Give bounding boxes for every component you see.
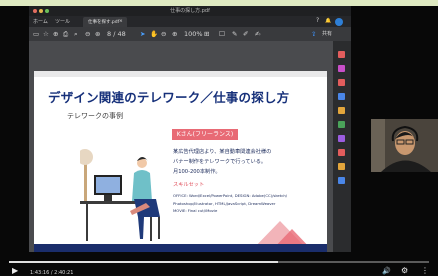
- more-icon[interactable]: ⋮: [421, 266, 429, 275]
- desc-line: 月100-200本制作。: [173, 169, 221, 175]
- print-icon[interactable]: ⎙: [63, 30, 68, 38]
- pdf-viewer-window: 仕事の探し方.pdf ホーム ツール 仕事を探す.pdf × ? 🔔 ▭ ☆ ⊕…: [29, 6, 351, 252]
- menu-tools[interactable]: ツール: [55, 18, 70, 25]
- zoom-in-icon[interactable]: ⊕: [172, 30, 177, 38]
- document-canvas[interactable]: デザイン関連のテレワーク／仕事の探し方 テレワークの事例 Kさん(フリーランス)…: [29, 41, 333, 252]
- presenter-image: [371, 119, 438, 172]
- progress-bar[interactable]: [9, 261, 429, 263]
- highlight-icon[interactable]: ✐: [243, 30, 248, 38]
- search-icon[interactable]: ⌕: [74, 30, 78, 38]
- desc-line: バナー制作をテレワークで行っている。: [173, 159, 267, 165]
- bell-icon[interactable]: 🔔: [325, 18, 331, 24]
- fit-icon[interactable]: ⊞: [204, 30, 209, 38]
- help-icon[interactable]: ?: [316, 17, 319, 24]
- telework-illustration: [80, 149, 160, 241]
- slide-page: デザイン関連のテレワーク／仕事の探し方 テレワークの事例 Kさん(フリーランス)…: [34, 71, 327, 252]
- select-cursor-icon[interactable]: ➤: [140, 30, 145, 38]
- organize-icon[interactable]: [338, 121, 345, 128]
- edit-pdf-icon[interactable]: [338, 65, 345, 72]
- upload-icon[interactable]: ⊕: [53, 30, 58, 38]
- slide-bottom-band: [34, 244, 327, 252]
- share-icon[interactable]: ⇪: [311, 30, 316, 38]
- volume-icon[interactable]: 🔊: [382, 267, 391, 275]
- slide-top-band: [34, 71, 327, 77]
- pen-icon[interactable]: ✎: [232, 30, 237, 38]
- slide-subtitle: テレワークの事例: [67, 112, 123, 120]
- file-tab-label: 仕事を探す.pdf: [88, 20, 120, 25]
- slide-title: デザイン関連のテレワーク／仕事の探し方: [48, 90, 290, 105]
- window-title: 仕事の探し方.pdf: [170, 8, 210, 14]
- name-badge: Kさん(フリーランス): [172, 129, 238, 140]
- account-avatar[interactable]: [335, 18, 343, 26]
- toolbar: ▭ ☆ ⊕ ⎙ ⌕ ⊖ ⊛ 8 / 48 ➤ ✋ ⊖ ⊕ 100% ⊞ ☐ ✎ …: [29, 27, 351, 42]
- hand-icon[interactable]: ✋: [150, 30, 158, 38]
- page-display[interactable]: 8 / 48: [107, 30, 126, 38]
- tools-sidebar: [333, 41, 351, 252]
- progress-fill: [9, 261, 278, 263]
- skill-line: MOVIE: Final cut/iMovie: [173, 208, 218, 213]
- send-icon[interactable]: [338, 163, 345, 170]
- sign-icon[interactable]: ✍: [255, 30, 260, 38]
- skill-line: OFFICE: Word/Excel/PowerPoint, DESIGN: A…: [173, 193, 288, 198]
- combine-icon[interactable]: [338, 107, 345, 114]
- zoom-out-icon[interactable]: ⊖: [161, 30, 166, 38]
- close-tab-icon[interactable]: ×: [119, 19, 123, 24]
- export-pdf-icon[interactable]: [338, 51, 345, 58]
- menu-row: ホーム ツール: [29, 16, 351, 27]
- file-tab[interactable]: 仕事を探す.pdf ×: [83, 17, 127, 27]
- protect-icon[interactable]: [338, 135, 345, 142]
- comment-icon[interactable]: ☐: [219, 30, 225, 38]
- skill-list: OFFICE: Word/Excel/PowerPoint, DESIGN: A…: [173, 192, 287, 215]
- star-icon[interactable]: ☆: [43, 30, 49, 38]
- comment-tool-icon[interactable]: [338, 93, 345, 100]
- scan-icon[interactable]: [338, 177, 345, 184]
- fill-sign-icon[interactable]: [338, 149, 345, 156]
- play-icon[interactable]: ▶: [12, 266, 18, 275]
- menu-home[interactable]: ホーム: [33, 18, 48, 25]
- title-bar: 仕事の探し方.pdf: [29, 6, 351, 16]
- zoom-level[interactable]: 100%: [184, 30, 203, 38]
- next-page-icon[interactable]: ⊛: [95, 30, 100, 38]
- create-pdf-icon[interactable]: [338, 79, 345, 86]
- share-label[interactable]: 共有: [322, 30, 332, 38]
- desc-line: 某広告代理店より、某自動車関連会社様の: [173, 149, 272, 155]
- playback-time: 1:43:16 / 2:40:21: [30, 270, 74, 276]
- video-frame[interactable]: 仕事の探し方.pdf ホーム ツール 仕事を探す.pdf × ? 🔔 ▭ ☆ ⊕…: [0, 6, 438, 276]
- webcam-feed: [371, 119, 438, 172]
- home-icon[interactable]: ▭: [33, 30, 39, 38]
- case-description: 某広告代理店より、某自動車関連会社様の バナー制作をテレワークで行っている。 月…: [173, 147, 271, 177]
- settings-icon[interactable]: ⚙: [401, 266, 408, 275]
- skill-line: Photoshop/Illustrator, HTML/JavaScript, …: [173, 200, 276, 206]
- skill-heading: スキルセット: [173, 182, 205, 188]
- prev-page-icon[interactable]: ⊖: [85, 30, 90, 38]
